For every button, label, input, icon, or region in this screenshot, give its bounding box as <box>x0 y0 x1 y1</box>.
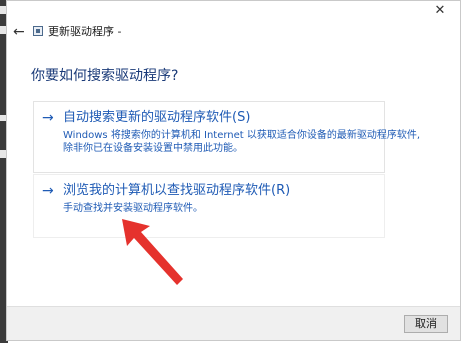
option-description: Windows 将搜索你的计算机和 Internet 以获取适合你设备的最新驱动… <box>63 130 421 141</box>
option-title: 浏览我的计算机以查找驱动程序软件(R) <box>63 183 291 198</box>
close-icon[interactable]: ✕ <box>432 3 448 19</box>
device-driver-icon <box>33 26 43 36</box>
browse-my-computer-option[interactable]: → 浏览我的计算机以查找驱动程序软件(R) 手动查找并安装驱动程序软件。 <box>33 174 385 238</box>
dialog-titlebar: ← 更新驱动程序 - <box>7 23 460 43</box>
dialog-title: 更新驱动程序 - <box>48 25 122 38</box>
cancel-button[interactable]: 取消 <box>404 315 448 333</box>
search-automatically-option[interactable]: → 自动搜索更新的驱动程序软件(S) Windows 将搜索你的计算机和 Int… <box>33 101 420 173</box>
arrow-right-icon: → <box>42 183 54 199</box>
option-description: 除非你已在设备安装设置中禁用此功能。 <box>63 143 243 154</box>
dialog-footer: 取消 <box>7 306 460 340</box>
arrow-right-icon: → <box>42 110 54 126</box>
option-title: 自动搜索更新的驱动程序软件(S) <box>63 110 251 125</box>
option-description: 手动查找并安装驱动程序软件。 <box>63 203 203 214</box>
back-arrow-icon[interactable]: ← <box>13 24 25 40</box>
page-heading: 你要如何搜索驱动程序? <box>31 68 179 84</box>
update-driver-dialog: ✕ ← 更新驱动程序 - 你要如何搜索驱动程序? → 自动搜索更新的驱动程序软件… <box>6 0 461 341</box>
